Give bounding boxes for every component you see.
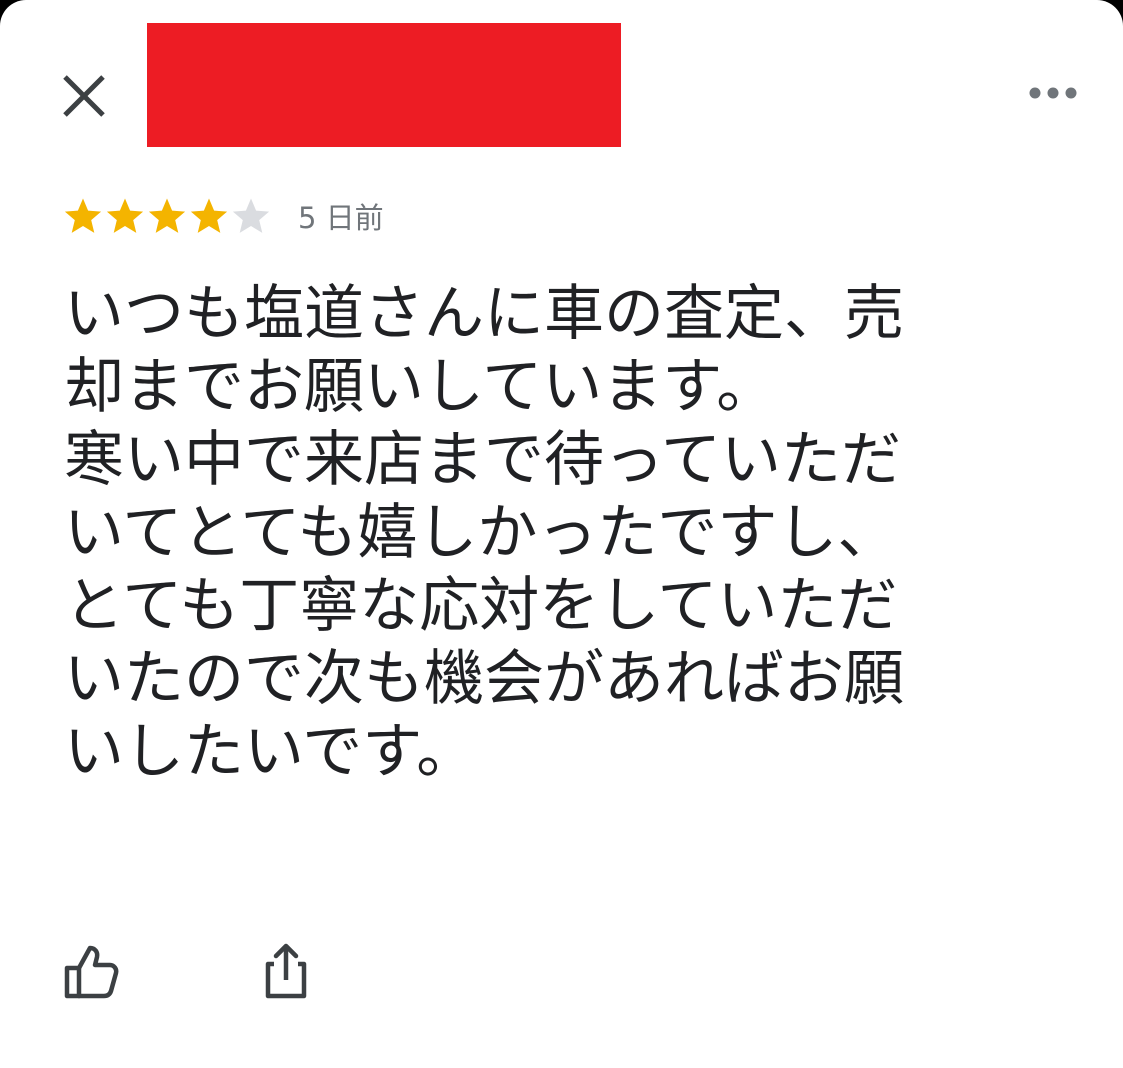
more-horizontal-icon [1029, 87, 1077, 99]
share-button[interactable] [258, 938, 314, 1002]
star-empty-icon [232, 198, 270, 233]
star-rating [62, 195, 272, 237]
thumbs-up-icon [64, 945, 119, 999]
share-icon [265, 943, 307, 999]
review-text-line: 却までお願いしています。 [64, 352, 777, 422]
like-button[interactable] [60, 940, 124, 1004]
star-filled-icon [106, 198, 144, 233]
review-card: 5 日前 いつも塩道さんに車の査定、売 却までお願いしています。 寒い中で来店まで待… [0, 0, 1123, 1068]
star-filled-icon [190, 198, 228, 233]
redacted-reviewer-name [147, 23, 621, 147]
more-options-button[interactable] [1024, 78, 1082, 108]
review-text-line: いつも塩道さんに車の査定、売 [64, 279, 904, 349]
close-icon [63, 75, 105, 117]
review-text-line: いてとても嬉しかったですし、 [64, 498, 898, 568]
star-filled-icon [64, 198, 102, 233]
review-text-line: とても丁寧な応対をしていただ [64, 571, 898, 641]
review-date: 5 日前 [298, 201, 384, 235]
rating-row: 5 日前 [62, 195, 384, 237]
star-filled-icon [148, 198, 186, 233]
close-button[interactable] [58, 66, 112, 120]
review-text-line: 寒い中で来店まで待っていただ [64, 425, 901, 495]
review-text-line: いたので次も機会があればお願 [64, 644, 904, 714]
review-text-line: いしたいです。 [64, 717, 477, 787]
review-text: いつも塩道さんに車の査定、売 却までお願いしています。 寒い中で来店まで待っていただ… [64, 278, 1064, 789]
